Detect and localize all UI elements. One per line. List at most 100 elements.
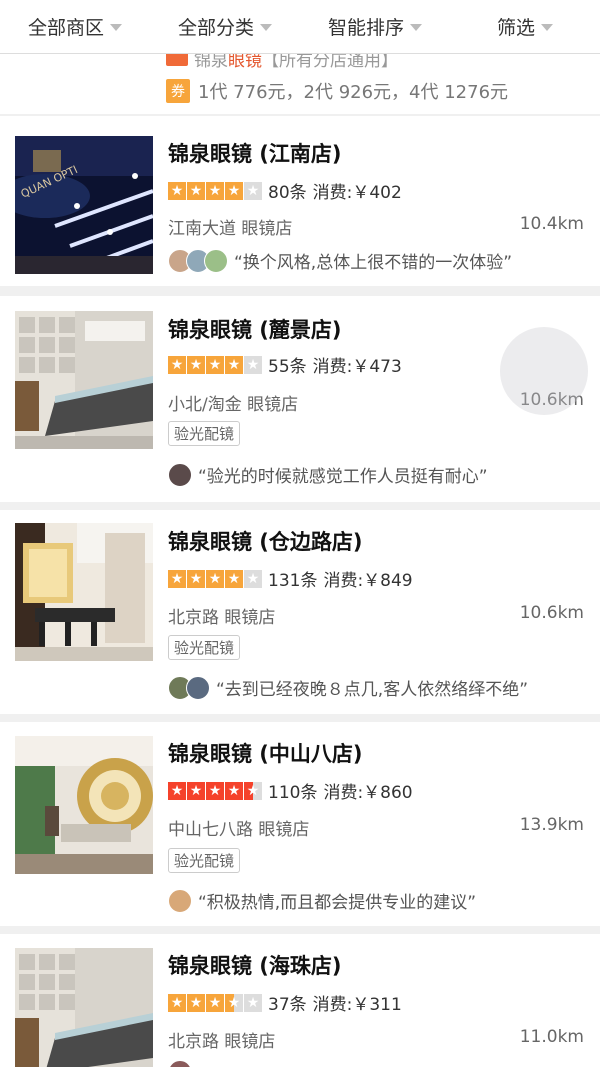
star-icon: ★ [206,781,224,800]
store-photo [15,948,153,1067]
star-icon: ★ [225,569,243,588]
filter-sort[interactable]: 智能排序 [300,13,450,40]
star-icon: ★ [206,993,224,1012]
star-rating: ★ ★ ★ ★ ★ [168,181,262,200]
star-icon: ★ [244,355,262,374]
coupon-row[interactable]: 券 1代 776元，2代 926元，4代 1276元 [166,78,508,104]
store-card[interactable]: 锦泉眼镜 (仓边路店) ★ ★ ★ ★ ★ 131条 消费:￥849 北京路 眼镜店 1… [0,510,600,714]
star-rating: ★ ★ ★ ★ ★ [168,781,262,800]
meta-row: 中山七八路 眼镜店 13.9km [168,815,584,840]
star-icon: ★ [244,181,262,200]
store-card[interactable]: 锦泉眼镜 (中山八店) ★ ★ ★ ★ ★ 110条 消费:￥860 中山七八路 眼镜店… [0,722,600,926]
star-rating: ★ ★ ★ ★ ★ [168,355,262,374]
previous-deal-line: 锦泉眼镜【所有分店通用】 [166,54,398,71]
touch-indicator [500,327,588,415]
reviewer-avatars [168,1060,194,1067]
store-category: 眼镜店 [241,219,293,239]
store-photo [15,311,153,449]
review-snippet: “积极热情,而且都会提供专业的建议” [168,888,476,913]
store-name: 锦泉眼镜 (江南店) [168,142,342,166]
store-category: 眼镜店 [258,820,310,840]
star-icon: ★ [168,355,186,374]
store-card[interactable]: QUAN OPTI 锦泉眼镜 (江南店) ★ ★ ★ ★ ★ 80条 消费:￥402 江… [0,116,600,286]
review-quote: “验光的时候就感觉工作人员挺有耐心” [198,467,488,487]
coupon-badge: 券 [166,79,190,103]
store-distance: 10.6km [519,603,584,623]
store-category: 眼镜店 [224,608,276,628]
store-photo [15,523,153,661]
reviewer-avatars [168,888,194,913]
rating-row: ★ ★ ★ ★ ★ 80条 消费:￥402 [168,178,402,203]
review-snippet: “验光的时候就感觉工作人员挺有耐心” [168,462,488,487]
store-distance: 13.9km [519,815,584,835]
meta-row: 北京路 眼镜店 11.0km [168,1027,584,1052]
star-icon: ★ [168,181,186,200]
store-category: 眼镜店 [224,1032,276,1052]
reviewer-avatars [168,462,194,487]
review-count: 131条 [268,571,318,591]
star-icon: ★ [187,993,205,1012]
previous-store-card[interactable]: 锦泉眼镜【所有分店通用】 券 1代 776元，2代 926元，4代 1276元 [0,54,600,114]
chevron-down-icon [110,24,122,31]
avg-price: 消费:￥402 [312,183,402,203]
store-area: 北京路 [168,608,219,628]
store-area: 中山七八路 [168,820,253,840]
store-name: 锦泉眼镜 (海珠店) [168,954,342,978]
star-icon: ★ [225,355,243,374]
store-distance: 10.4km [519,214,584,234]
store-card[interactable]: 锦泉眼镜 (海珠店) ★ ★ ★ ★ ★ 37条 消费:￥311 北京路 眼镜店 11.… [0,934,600,1067]
star-icon: ★ [225,181,243,200]
coupon-text: 1代 776元，2代 926元，4代 1276元 [198,82,509,103]
meta-row: 江南大道 眼镜店 10.4km [168,214,584,239]
rating-row: ★ ★ ★ ★ ★ 55条 消费:￥473 [168,352,402,377]
store-name: 锦泉眼镜 (中山八店) [168,742,363,766]
star-icon: ★ [206,569,224,588]
avg-price: 消费:￥849 [323,571,413,591]
review-count: 110条 [268,783,318,803]
store-photo [15,736,153,874]
star-icon: ★ [225,781,243,800]
reviewer-avatars [168,675,212,700]
star-icon: ★ [244,993,262,1012]
rating-row: ★ ★ ★ ★ ★ 37条 消费:￥311 [168,990,402,1015]
filter-sort-label: 智能排序 [327,17,404,39]
store-name: 锦泉眼镜 (仓边路店) [168,530,363,554]
review-count: 55条 [268,357,307,377]
avg-price: 消费:￥473 [312,357,402,377]
star-icon: ★ [244,781,262,800]
review-snippet: “换个风格,总体上很不错的一次体验” [168,248,512,273]
filter-more-label: 筛选 [496,17,535,39]
filter-category[interactable]: 全部分类 [150,13,300,40]
filter-more[interactable]: 筛选 [450,13,600,40]
review-count: 80条 [268,183,307,203]
avg-price: 消费:￥311 [312,995,402,1015]
avg-price: 消费:￥860 [323,783,413,803]
avatar [168,1060,192,1067]
star-icon: ★ [187,569,205,588]
star-icon: ★ [168,781,186,800]
service-tag: 验光配镜 [168,848,241,873]
star-icon: ★ [168,569,186,588]
star-rating: ★ ★ ★ ★ ★ [168,569,262,588]
star-icon: ★ [187,355,205,374]
avatar [204,248,228,273]
star-icon: ★ [187,181,205,200]
star-icon: ★ [206,355,224,374]
star-rating: ★ ★ ★ ★ ★ [168,993,262,1012]
review-quote: “去到已经夜晚８点几,客人依然络绎不绝” [216,680,529,700]
star-icon: ★ [244,569,262,588]
avatar [186,675,210,700]
filter-district-label: 全部商区 [27,17,104,39]
service-tag: 验光配镜 [168,635,241,660]
store-category: 眼镜店 [247,395,299,415]
previous-deal-suffix: 【所有分店通用】 [262,54,398,71]
filter-district[interactable]: 全部商区 [0,13,150,40]
filter-category-label: 全部分类 [177,17,254,39]
reviewer-avatars [168,248,230,273]
review-count: 37条 [268,995,307,1015]
store-area: 小北/淘金 [168,395,242,415]
filter-bar: 全部商区 全部分类 智能排序 筛选 [0,0,600,54]
star-icon: ★ [168,993,186,1012]
avatar [168,888,192,913]
rating-row: ★ ★ ★ ★ ★ 131条 消费:￥849 [168,566,413,591]
